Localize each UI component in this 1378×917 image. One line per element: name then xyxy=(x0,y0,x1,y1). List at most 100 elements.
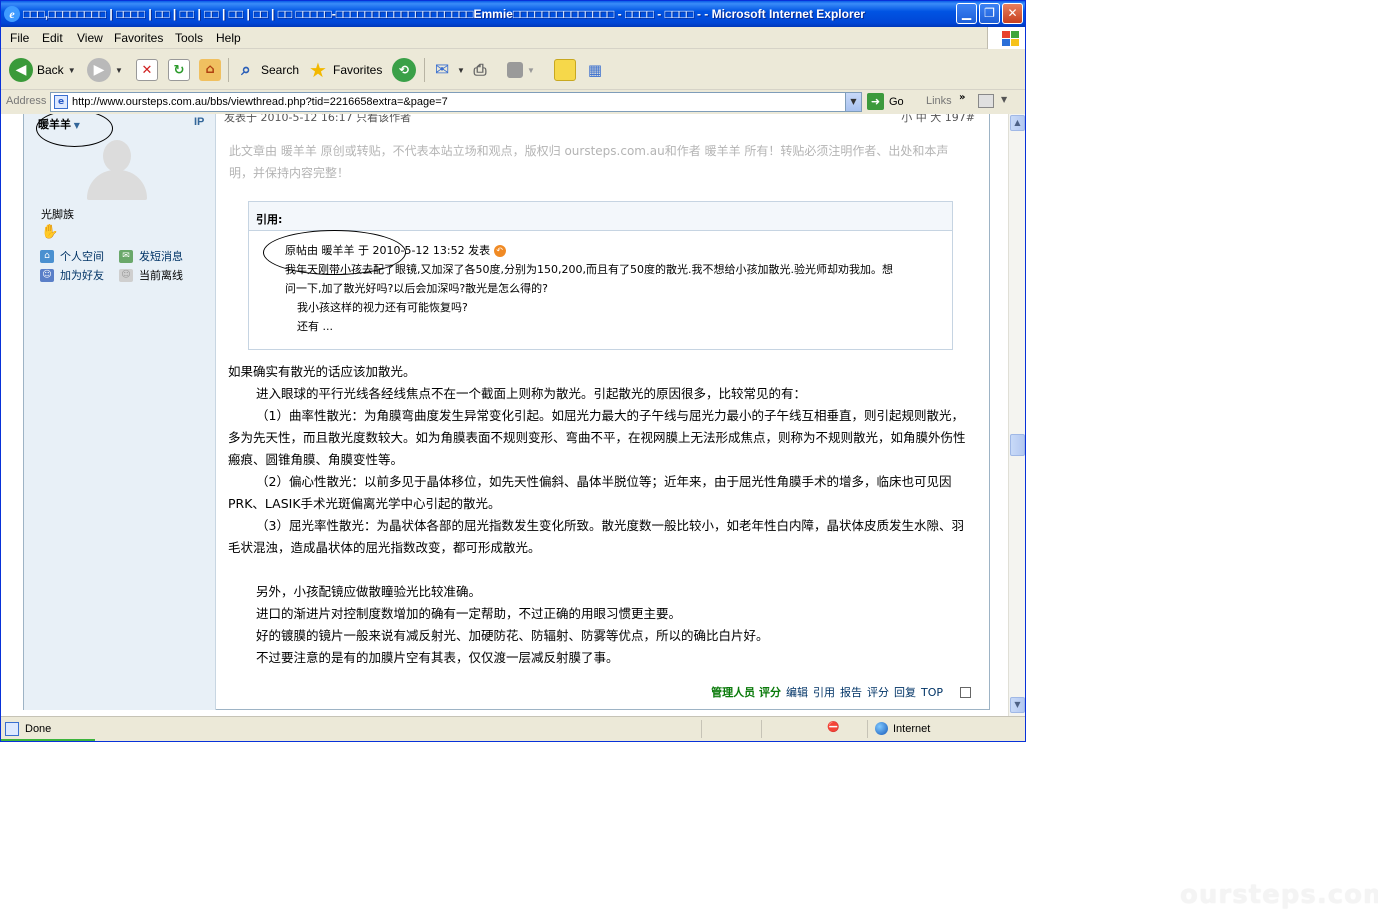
chevron-down-icon[interactable]: ▼ xyxy=(527,66,535,75)
close-button[interactable]: ✕ xyxy=(1002,3,1023,24)
quote-line: 原帖由 暖羊羊 于 2010-5-12 13:52 发表 ↶ xyxy=(285,241,506,260)
avatar-body xyxy=(87,170,147,200)
history-button[interactable]: ⟲ xyxy=(392,55,416,85)
post-body: 如果确实有散光的话应该加散光。 进入眼球的平行光线各经线焦点不在一个截面上则称为… xyxy=(228,361,973,669)
address-input[interactable]: e http://www.oursteps.com.au/bbs/viewthr… xyxy=(50,92,862,112)
chevron-down-icon[interactable]: ▼ xyxy=(845,93,861,111)
post-paragraph: 另外，小孩配镜应做散瞳验光比较准确。 xyxy=(256,584,482,599)
note-icon xyxy=(554,59,576,81)
ie-logo-icon: e xyxy=(4,6,20,22)
post-meta: 发表于 2010-5-12 16:17 只看该作者 xyxy=(224,114,412,124)
go-to-post-icon[interactable]: ↶ xyxy=(493,245,506,257)
favorites-label: Favorites xyxy=(333,63,383,77)
home-icon: ⌂ xyxy=(199,59,221,81)
chevron-right-icon[interactable]: » xyxy=(959,92,965,103)
page-icon xyxy=(5,722,19,736)
popup-blocked-icon[interactable]: ⛔ xyxy=(827,722,843,736)
search-label: Search xyxy=(261,63,300,77)
add-user-icon: ☺ xyxy=(40,268,54,282)
links-button[interactable]: Links xyxy=(926,95,952,107)
toolbar: ◀ Back ▼ ▶ ▼ ✕ ↻ ⌂ ⌕ Search ★ Favorites … xyxy=(1,50,1025,90)
menu-file[interactable]: File xyxy=(10,31,29,45)
post-paragraph: （2）偏心性散光：以前多见于晶体移位，如先天性偏斜、晶体半脱位等；近年来，由于屈… xyxy=(228,474,952,511)
quote-line: 还有 ... xyxy=(297,320,333,333)
chevron-down-icon[interactable]: ▼ xyxy=(68,66,76,75)
ie-window: e □□□,□□□□□□□□ | □□□□ | □□ | □□ | □□ | □… xyxy=(0,0,1026,742)
edit-page-button[interactable]: ▼ xyxy=(507,55,535,85)
toolbar-divider xyxy=(228,58,229,82)
avatar[interactable] xyxy=(85,140,149,200)
history-icon: ⟲ xyxy=(392,58,416,82)
restore-button[interactable]: ❐ xyxy=(979,3,1000,24)
menu-edit[interactable]: Edit xyxy=(42,31,63,45)
address-url[interactable]: http://www.oursteps.com.au/bbs/viewthrea… xyxy=(72,96,448,108)
top-link[interactable]: TOP xyxy=(921,686,943,699)
page-icon: e xyxy=(54,95,68,109)
address-bar: Address e http://www.oursteps.com.au/bbs… xyxy=(1,91,1025,113)
online-status: ☺ 当前离线 xyxy=(119,267,183,283)
printer-icon: ⎙ xyxy=(473,60,487,79)
chevron-down-icon[interactable]: ▼ xyxy=(115,66,123,75)
scroll-up-arrow-icon[interactable]: ▲ xyxy=(1010,115,1025,131)
search-button[interactable]: ⌕ Search xyxy=(235,55,299,85)
forward-button[interactable]: ▶ ▼ xyxy=(87,55,123,85)
security-zone[interactable]: Internet xyxy=(875,722,930,735)
envelope-icon: ✉ xyxy=(119,249,133,263)
refresh-button[interactable]: ↻ xyxy=(168,55,190,85)
reply-link[interactable]: 回复 xyxy=(894,684,916,700)
status-divider xyxy=(867,720,868,738)
send-message-link[interactable]: ✉ 发短消息 xyxy=(119,248,183,264)
progress-indicator xyxy=(1,739,95,741)
go-arrow-icon: ➜ xyxy=(867,93,884,110)
status-bar: Done ⛔ Internet xyxy=(1,716,1025,741)
star-icon: ★ xyxy=(309,58,327,82)
edit-link[interactable]: 编辑 xyxy=(786,684,808,700)
research-button[interactable]: ▦ xyxy=(584,55,606,85)
menu-help[interactable]: Help xyxy=(216,31,241,45)
post-content: 发表于 2010-5-12 16:17 只看该作者 小 中 大 197# 此文章… xyxy=(217,114,989,710)
report-link[interactable]: 报告 xyxy=(840,684,862,700)
rate-link[interactable]: 评分 xyxy=(867,684,889,700)
discuss-button[interactable] xyxy=(554,55,576,85)
ip-link[interactable]: IP xyxy=(194,116,204,128)
quote-line: 我年天刚带小孩去配了眼镜,又加深了各50度,分别为150,200,而且有了50度… xyxy=(285,263,893,276)
toolbar-options-icon[interactable] xyxy=(978,94,994,108)
back-label: Back xyxy=(37,63,64,77)
quote-link[interactable]: 引用 xyxy=(813,684,835,700)
personal-space-link[interactable]: ⌂ 个人空间 xyxy=(40,248,104,264)
favorites-button[interactable]: ★ Favorites xyxy=(307,55,382,85)
mail-button[interactable]: ✉ ▼ xyxy=(431,55,465,85)
status-divider xyxy=(701,720,702,738)
status-text: Done xyxy=(25,723,52,735)
scroll-down-arrow-icon[interactable]: ▼ xyxy=(1010,697,1025,713)
menu-tools[interactable]: Tools xyxy=(175,31,203,45)
go-button[interactable]: ➜ Go xyxy=(867,93,904,110)
edit-icon xyxy=(507,62,523,78)
menu-favorites[interactable]: Favorites xyxy=(114,31,163,45)
footprint-icon: ✋ xyxy=(41,224,59,240)
admin-rate-link[interactable]: 管理人员 评分 xyxy=(711,684,781,700)
scrollbar-thumb[interactable] xyxy=(1010,434,1025,456)
home-button[interactable]: ⌂ xyxy=(199,55,221,85)
author-sidebar: 暖羊羊 ▼ IP 光脚族 ✋ ⌂ 个人空间 ✉ 发短消息 ☺ 加为好友 ☺ 当前… xyxy=(24,114,216,710)
print-button[interactable]: ⎙ xyxy=(469,55,491,85)
quote-line: 我小孩这样的视力还有可能恢复吗? xyxy=(297,301,468,314)
minimize-button[interactable]: ▁ xyxy=(956,3,977,24)
post-paragraph: （1）曲率性散光：为角膜弯曲度发生异常变化引起。如屈光力最大的子午线与屈光力最小… xyxy=(228,408,966,467)
windows-flag-icon xyxy=(987,27,1025,49)
menu-view[interactable]: View xyxy=(77,31,103,45)
chevron-down-icon[interactable]: ▼ xyxy=(1001,95,1007,104)
refresh-icon: ↻ xyxy=(168,59,190,81)
back-button[interactable]: ◀ Back ▼ xyxy=(9,55,76,85)
select-post-checkbox[interactable] xyxy=(960,686,971,698)
post-actions: 管理人员 评分 编辑 引用 报告 评分 回复 TOP xyxy=(711,684,971,700)
copyright-note: 此文章由 暖羊羊 原创或转贴，不代表本站立场和观点，版权归 oursteps.c… xyxy=(229,144,949,180)
chevron-down-icon[interactable]: ▼ xyxy=(457,66,465,75)
title-bar: e □□□,□□□□□□□□ | □□□□ | □□ | □□ | □□ | □… xyxy=(1,1,1025,27)
stop-button[interactable]: ✕ xyxy=(136,55,158,85)
menu-bar: File Edit View Favorites Tools Help xyxy=(1,27,1025,49)
add-friend-link[interactable]: ☺ 加为好友 xyxy=(40,267,104,283)
vertical-scrollbar[interactable]: ▲ ▼ xyxy=(1008,114,1025,716)
font-size-controls[interactable]: 小 中 大 197# xyxy=(901,114,975,125)
